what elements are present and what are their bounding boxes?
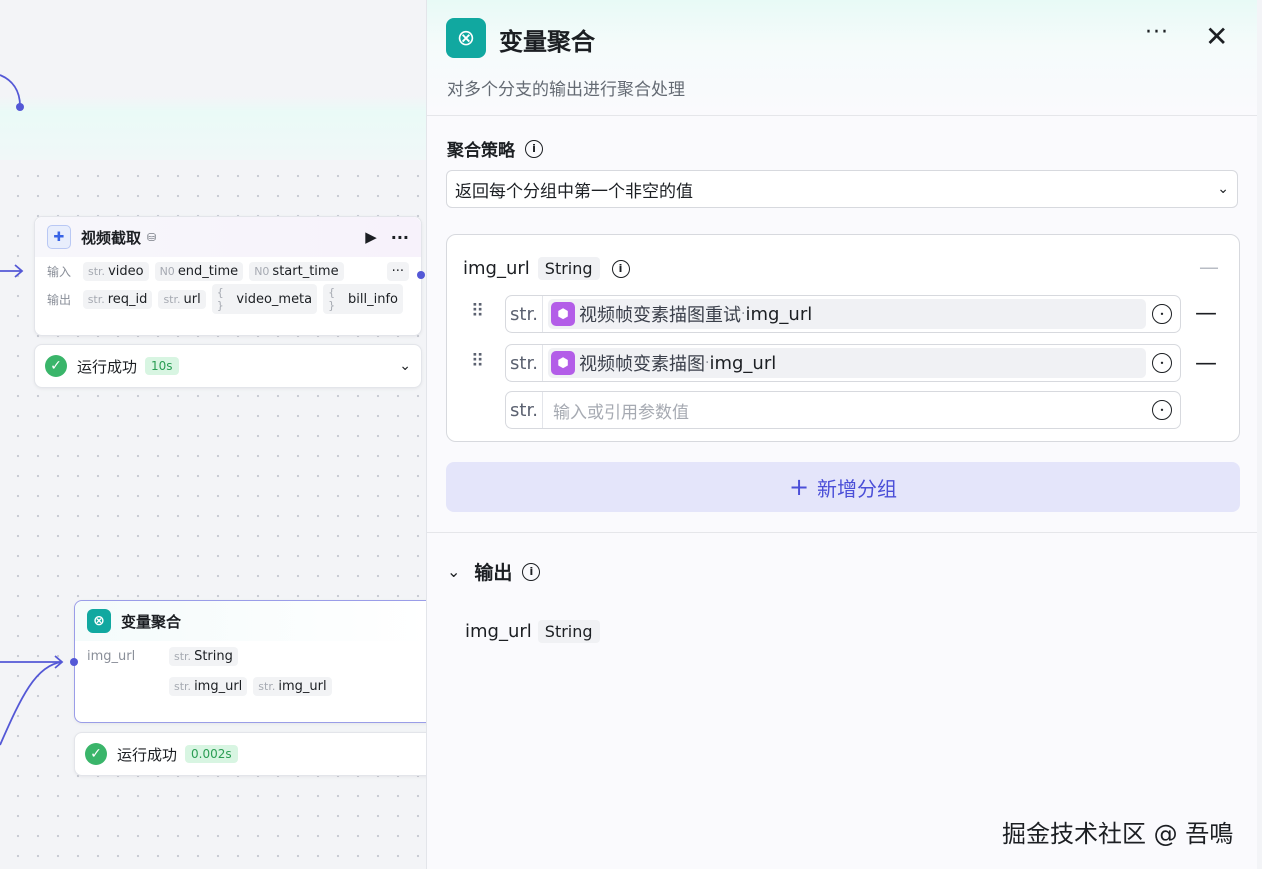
- drag-handle-icon[interactable]: ⠿: [471, 351, 484, 372]
- panel-description[interactable]: 对多个分支的输出进行聚合处理: [447, 75, 685, 100]
- reference-chip[interactable]: ⬢ 视频帧变素描图 · img_url: [548, 348, 1146, 378]
- input-tag: str. video: [83, 261, 149, 281]
- wire-to-video: [0, 264, 24, 278]
- output-name: img_url: [465, 621, 532, 642]
- info-icon[interactable]: i: [522, 562, 541, 581]
- node-inputs-row: 输入 str. video N0 end_time N0 start_time ···: [35, 257, 421, 285]
- node-more-button[interactable]: ···: [391, 228, 409, 247]
- variable-input-placeholder[interactable]: 输入或引用参数值: [553, 398, 689, 423]
- cube-icon: ⬢: [551, 302, 575, 326]
- info-icon[interactable]: i: [611, 259, 630, 278]
- ref-source: 视频帧变素描图: [579, 354, 705, 375]
- output-section-header[interactable]: ⌄ 输出 i: [447, 558, 541, 585]
- drag-handle-icon[interactable]: ⠿: [471, 301, 484, 322]
- ref-variable: img_url: [745, 303, 813, 325]
- duration-badge: 0.002s: [185, 745, 238, 763]
- strategy-select[interactable]: 返回每个分组中第一个非空的值 ⌄: [446, 170, 1238, 208]
- var-type-label: str.: [506, 345, 543, 381]
- output-tag: str. url: [158, 289, 206, 309]
- variable-ref-row[interactable]: str. ⬢ 视频帧变素描图 · img_url •: [505, 344, 1181, 382]
- variable-picker-icon[interactable]: •: [1152, 353, 1172, 373]
- aggregate-icon: ⊗: [87, 609, 111, 633]
- variable-ref-row[interactable]: str. ⬢ 视频帧变素描图重试 · img_url •: [505, 295, 1181, 333]
- cube-icon: ⬢: [551, 351, 575, 375]
- video-status-bar[interactable]: ✓ 运行成功 10s ⌄: [34, 344, 422, 388]
- node-variable-aggregate[interactable]: ⊗ 变量聚合 img_url str. String str. img_url st…: [74, 600, 432, 723]
- inputs-label: 输入: [47, 264, 72, 279]
- ref-source: 视频帧变素描图重试: [579, 305, 741, 326]
- port-top: [16, 103, 24, 111]
- outputs-label: 输出: [47, 292, 72, 307]
- variable-picker-icon[interactable]: •: [1152, 304, 1172, 324]
- divider: [427, 532, 1257, 533]
- add-group-button[interactable]: + 新增分组: [446, 462, 1240, 512]
- add-group-label: 新增分组: [817, 476, 898, 501]
- group-name[interactable]: img_url: [463, 258, 530, 279]
- variable-picker-icon[interactable]: •: [1152, 400, 1172, 420]
- node-title: 视频截取: [81, 228, 142, 247]
- more-options-button[interactable]: ···: [1145, 20, 1169, 45]
- output-tag: str. req_id: [82, 289, 153, 309]
- strategy-value: 返回每个分组中第一个非空的值: [455, 181, 693, 202]
- ref-tag: str. img_url: [169, 676, 248, 696]
- node-config-panel: ⊗ 变量聚合 ··· ✕ 对多个分支的输出进行聚合处理 聚合策略 i 返回每个分…: [426, 0, 1257, 869]
- type-tag: str. String: [169, 646, 238, 666]
- node-outputs-row: 输出 str. req_id str. url { } video_meta { } b…: [35, 284, 421, 314]
- check-icon: ✓: [85, 743, 107, 765]
- output-tag: { } bill_info: [323, 284, 403, 314]
- strategy-label: 聚合策略: [447, 141, 515, 161]
- remove-row-icon[interactable]: —: [1195, 301, 1217, 326]
- variable-input-row[interactable]: str. 输入或引用参数值 •: [505, 391, 1181, 429]
- remove-group-icon[interactable]: —: [1199, 255, 1219, 279]
- wire-to-aggregate-1: [0, 655, 64, 669]
- variable-group: img_url String i — ⠿ str. ⬢ 视频帧变素描图重试 · …: [446, 234, 1240, 442]
- close-button[interactable]: ✕: [1205, 20, 1228, 54]
- output-label: 输出: [474, 562, 513, 584]
- node-video-clip[interactable]: ✚ 视频截取 ⛁ ▶ ··· 输入 str. video N0 end_time N…: [34, 216, 422, 336]
- var-type-label: str.: [506, 296, 543, 332]
- output-port[interactable]: [417, 271, 425, 279]
- chevron-down-icon: ⌄: [1217, 181, 1229, 197]
- panel-header: ⊗ 变量聚合 ··· ✕ 对多个分支的输出进行聚合处理: [427, 0, 1257, 116]
- group-type-badge: String: [537, 257, 600, 280]
- status-text: 运行成功: [117, 745, 178, 764]
- aggregate-status-bar[interactable]: ✓ 运行成功 0.002s: [74, 732, 442, 776]
- aggregate-icon: ⊗: [446, 18, 486, 58]
- reference-chip[interactable]: ⬢ 视频帧变素描图重试 · img_url: [548, 299, 1146, 329]
- ref-tag: str. img_url: [253, 676, 332, 696]
- chevron-down-icon[interactable]: ⌄: [399, 358, 411, 374]
- input-tag: N0 end_time: [154, 261, 244, 281]
- aggregate-refs-row: str. img_url str. img_url: [75, 671, 431, 701]
- remove-row-icon[interactable]: —: [1195, 351, 1217, 376]
- duration-badge: 10s: [145, 357, 179, 375]
- ref-variable: img_url: [709, 352, 777, 374]
- plugin-icon: ⛁: [147, 230, 157, 244]
- group-header: img_url String i: [463, 257, 630, 280]
- input-tag: N0 start_time: [249, 261, 344, 281]
- status-text: 运行成功: [77, 357, 138, 376]
- output-tag: { } video_meta: [211, 284, 318, 314]
- panel-title[interactable]: 变量聚合: [499, 22, 595, 57]
- info-icon[interactable]: i: [525, 139, 543, 158]
- wire-top: [0, 74, 21, 107]
- field-label: img_url: [87, 648, 136, 664]
- strategy-label-row: 聚合策略 i: [447, 136, 543, 161]
- watermark: 掘金技术社区 @ 吾鳴: [1002, 820, 1234, 848]
- run-icon[interactable]: ▶: [365, 228, 377, 246]
- output-type-badge: String: [537, 620, 600, 643]
- puzzle-icon: ✚: [47, 225, 71, 249]
- aggregate-field-row: img_url str. String: [75, 641, 431, 671]
- check-icon: ✓: [45, 355, 67, 377]
- chevron-down-icon[interactable]: ⌄: [447, 562, 460, 581]
- wire-to-aggregate-2: [0, 661, 63, 746]
- node-title: 变量聚合: [121, 612, 182, 631]
- var-type-label: str.: [506, 392, 543, 428]
- input-port[interactable]: [70, 658, 78, 666]
- plus-icon: +: [788, 473, 810, 501]
- output-variable: img_url String: [465, 620, 600, 643]
- more-inputs-button[interactable]: ···: [386, 261, 409, 281]
